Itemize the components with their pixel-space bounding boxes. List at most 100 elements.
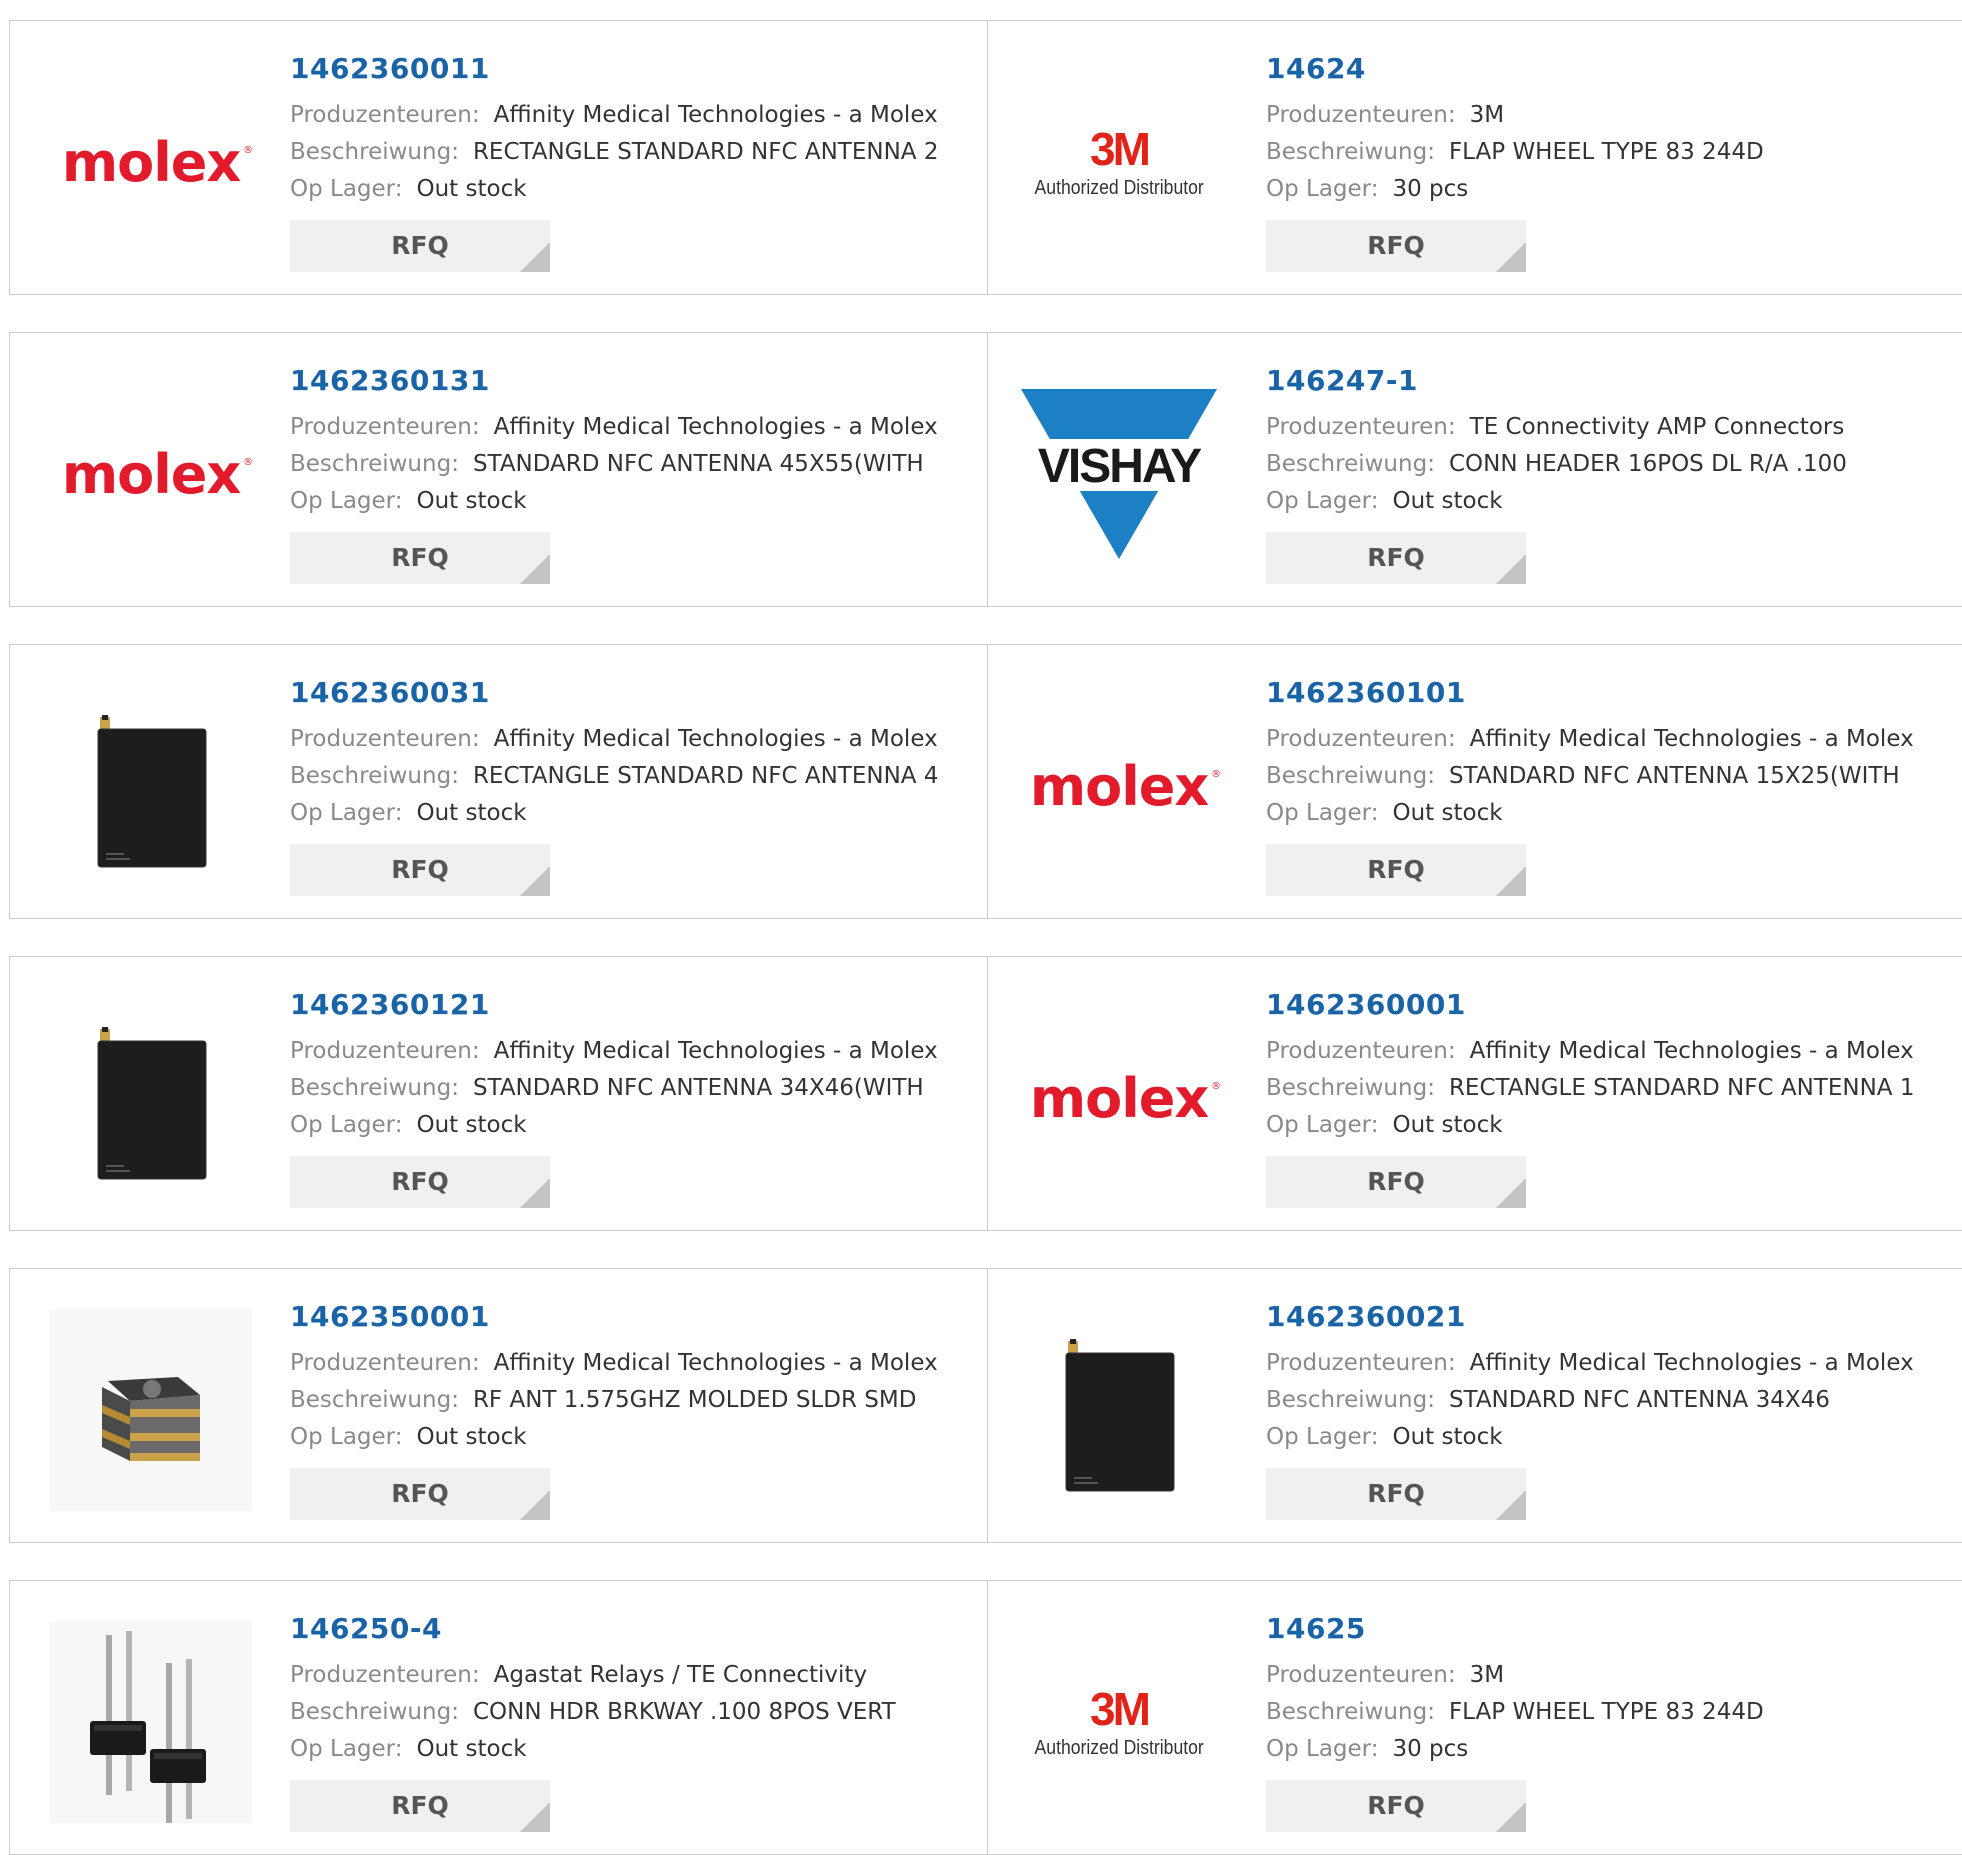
description-line: Beschreiwung: STANDARD NFC ANTENNA 45X55(… <box>290 446 938 483</box>
product-image[interactable] <box>50 685 252 887</box>
description-line: Beschreiwung: RECTANGLE STANDARD NFC ANTE… <box>290 758 938 795</box>
description-line: Beschreiwung: CONN HDR BRKWAY .100 8POS V… <box>290 1694 896 1731</box>
manufacturer-value: Affinity Medical Technologies - a Molex <box>493 414 938 440</box>
description-line: Beschreiwung: RECTANGLE STANDARD NFC ANTE… <box>290 134 938 171</box>
stock-label: Op Lager: <box>290 1736 403 1762</box>
stock-label: Op Lager: <box>1266 488 1379 514</box>
stock-line: Op Lager: Out stock <box>1266 795 1914 832</box>
product-image[interactable]: molex ® <box>50 61 253 263</box>
product-image[interactable] <box>1018 1309 1220 1511</box>
product-card: VISHAY 146247-1 Produzenteuren: TE Connec… <box>988 333 1962 606</box>
description-value: STANDARD NFC ANTENNA 34X46 <box>1448 1387 1830 1413</box>
rfq-button[interactable]: RFQ <box>1266 1468 1526 1520</box>
stock-line: Op Lager: Out stock <box>290 171 938 208</box>
stock-line: Op Lager: Out stock <box>1266 1419 1914 1456</box>
description-value: FLAP WHEEL TYPE 83 244D <box>1448 1699 1764 1725</box>
part-number-link[interactable]: 1462350001 <box>290 1299 938 1335</box>
rfq-corner-decoration <box>1496 866 1526 896</box>
stock-value: Out stock <box>1392 1424 1503 1450</box>
rfq-button[interactable]: RFQ <box>1266 532 1526 584</box>
description-label: Beschreiwung: <box>1266 1699 1435 1725</box>
rfq-corner-decoration <box>1496 1490 1526 1520</box>
product-card: 3M Authorized Distributor 14625 Produzen… <box>988 1581 1962 1854</box>
stock-line: Op Lager: Out stock <box>290 795 938 832</box>
rfq-button[interactable]: RFQ <box>290 1468 550 1520</box>
stock-value: 30 pcs <box>1392 1736 1469 1762</box>
part-number-link[interactable]: 1462360011 <box>290 51 938 87</box>
part-number-link[interactable]: 14624 <box>1266 51 1764 87</box>
product-image[interactable] <box>50 1621 252 1823</box>
description-label: Beschreiwung: <box>1266 451 1435 477</box>
part-number-link[interactable]: 1462360121 <box>290 987 938 1023</box>
pin-header-image <box>50 1621 252 1823</box>
manufacturer-value: Affinity Medical Technologies - a Molex <box>1469 1350 1914 1376</box>
rfq-button-label: RFQ <box>391 1167 449 1196</box>
manufacturer-label: Produzenteuren: <box>1266 1038 1456 1064</box>
product-row: 1462360121 Produzenteuren: Affinity Medic… <box>9 956 1962 1231</box>
part-number-link[interactable]: 1462360131 <box>290 363 938 399</box>
stock-line: Op Lager: Out stock <box>290 1107 938 1144</box>
stock-line: Op Lager: Out stock <box>290 483 938 520</box>
manufacturer-label: Produzenteuren: <box>290 1350 480 1376</box>
product-image[interactable]: molex ® <box>50 373 253 575</box>
nfc-antenna-image <box>1065 1339 1175 1492</box>
description-label: Beschreiwung: <box>1266 139 1435 165</box>
product-card: molex ® 1462360131 Produzenteuren: Affinit… <box>10 333 987 606</box>
rfq-button-label: RFQ <box>1367 1791 1425 1820</box>
rfq-corner-decoration <box>1496 1178 1526 1208</box>
part-number-link[interactable]: 146247-1 <box>1266 363 1847 399</box>
stock-line: Op Lager: Out stock <box>290 1731 896 1768</box>
description-label: Beschreiwung: <box>1266 763 1435 789</box>
description-line: Beschreiwung: FLAP WHEEL TYPE 83 244D <box>1266 1694 1764 1731</box>
product-image[interactable]: 3M Authorized Distributor <box>1018 61 1220 263</box>
rfq-button[interactable]: RFQ <box>1266 1156 1526 1208</box>
rfq-button[interactable]: RFQ <box>290 1156 550 1208</box>
part-number-link[interactable]: 146250-4 <box>290 1611 896 1647</box>
stock-label: Op Lager: <box>1266 1736 1379 1762</box>
part-number-link[interactable]: 1462360001 <box>1266 987 1914 1023</box>
rfq-button[interactable]: RFQ <box>290 220 550 272</box>
part-number-link[interactable]: 1462360101 <box>1266 675 1914 711</box>
manufacturer-value: Affinity Medical Technologies - a Molex <box>493 726 938 752</box>
description-value: RECTANGLE STANDARD NFC ANTENNA 2 <box>472 139 939 165</box>
description-value: CONN HEADER 16POS DL R/A .100 <box>1448 451 1847 477</box>
vishay-logo: VISHAY <box>1021 389 1217 559</box>
manufacturer-label: Produzenteuren: <box>1266 102 1456 128</box>
product-card: molex ® 1462360011 Produzenteuren: Affinit… <box>10 21 987 294</box>
rfq-button[interactable]: RFQ <box>1266 844 1526 896</box>
stock-line: Op Lager: Out stock <box>1266 483 1847 520</box>
rfq-button[interactable]: RFQ <box>1266 1780 1526 1832</box>
stock-value: Out stock <box>416 1736 527 1762</box>
description-value: STANDARD NFC ANTENNA 15X25(WITH <box>1448 763 1900 789</box>
rfq-button[interactable]: RFQ <box>1266 220 1526 272</box>
part-number-link[interactable]: 1462360021 <box>1266 1299 1914 1335</box>
product-image[interactable]: molex ® <box>1018 685 1221 887</box>
rfq-button-label: RFQ <box>1367 1479 1425 1508</box>
manufacturer-line: Produzenteuren: Agastat Relays / TE Conne… <box>290 1657 896 1694</box>
product-image[interactable] <box>50 1309 252 1511</box>
part-number-link[interactable]: 1462360031 <box>290 675 938 711</box>
manufacturer-label: Produzenteuren: <box>290 102 480 128</box>
manufacturer-value: Affinity Medical Technologies - a Molex <box>1469 1038 1914 1064</box>
rfq-button[interactable]: RFQ <box>290 1780 550 1832</box>
stock-value: Out stock <box>416 176 527 202</box>
product-card: 1462360121 Produzenteuren: Affinity Medic… <box>10 957 987 1230</box>
stock-label: Op Lager: <box>1266 1112 1379 1138</box>
molex-logo: molex ® <box>61 442 253 506</box>
part-number-link[interactable]: 14625 <box>1266 1611 1764 1647</box>
stock-label: Op Lager: <box>1266 176 1379 202</box>
rfq-corner-decoration <box>520 1178 550 1208</box>
product-image[interactable]: 3M Authorized Distributor <box>1018 1621 1220 1823</box>
product-image[interactable]: molex ® <box>1018 997 1221 1199</box>
product-image[interactable] <box>50 997 252 1199</box>
product-row: 146250-4 Produzenteuren: Agastat Relays /… <box>9 1580 1962 1855</box>
description-label: Beschreiwung: <box>1266 1075 1435 1101</box>
manufacturer-value: Affinity Medical Technologies - a Molex <box>493 1038 938 1064</box>
rfq-button[interactable]: RFQ <box>290 532 550 584</box>
stock-label: Op Lager: <box>290 488 403 514</box>
rfq-button[interactable]: RFQ <box>290 844 550 896</box>
manufacturer-line: Produzenteuren: Affinity Medical Technolo… <box>290 721 938 758</box>
product-image[interactable]: VISHAY <box>1018 373 1220 575</box>
manufacturer-value: 3M <box>1469 102 1505 128</box>
rfq-button-label: RFQ <box>1367 231 1425 260</box>
